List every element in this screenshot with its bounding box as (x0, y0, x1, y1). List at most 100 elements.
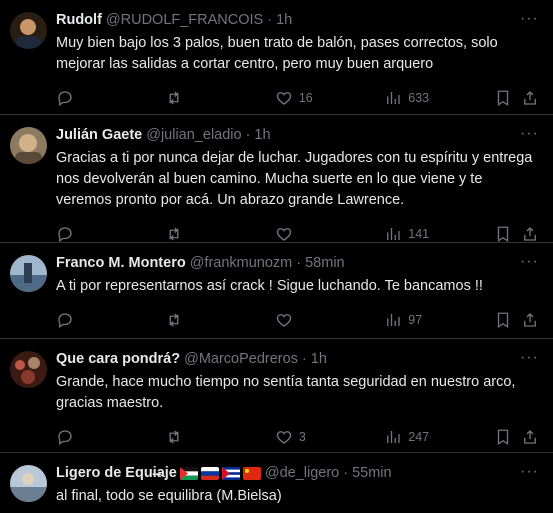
reply-icon (58, 313, 72, 329)
bookmark-button[interactable] (494, 428, 522, 446)
more-icon[interactable]: ··· (520, 125, 539, 143)
views-icon (387, 92, 400, 104)
avatar[interactable] (10, 465, 47, 502)
timestamp[interactable]: 1h (276, 11, 292, 29)
bookmark-button[interactable] (494, 225, 522, 243)
like-count: 16 (298, 91, 313, 105)
reply-icon (58, 430, 72, 446)
share-button[interactable] (521, 428, 541, 446)
author-handle[interactable]: @RUDOLF_FRANCOIS (106, 11, 263, 29)
like-icon (276, 92, 292, 105)
timestamp[interactable]: 58min (305, 254, 345, 272)
avatar[interactable] (10, 255, 47, 292)
author-name[interactable]: Rudolf (56, 11, 102, 29)
share-icon (524, 313, 537, 327)
retweet-button[interactable] (165, 225, 274, 243)
bookmark-button[interactable] (494, 89, 522, 107)
author-handle[interactable]: @MarcoPedreros (184, 350, 298, 368)
like-button[interactable]: 3 (275, 428, 384, 446)
tweet-actions: 16 633 (56, 78, 541, 118)
palestine-flag-icon (179, 466, 198, 480)
tweet-header: Ligero de Equi̶aje @de_ligero · 55min (56, 463, 541, 483)
tweet-actions: 3 247 (56, 417, 541, 457)
tweet-actions: 97 (56, 300, 541, 340)
reply-button[interactable] (56, 225, 165, 243)
bookmark-icon (497, 90, 508, 107)
tweet-body: Ligero de Equi̶aje @de_ligero · 55min al… (56, 463, 541, 513)
retweet-icon (169, 313, 179, 327)
reply-button[interactable] (56, 311, 165, 329)
tweet-body: Julián Gaete @julian_eladio · 1h Gracias… (56, 125, 541, 243)
view-count: 633 (408, 91, 430, 105)
more-icon[interactable]: ··· (520, 253, 539, 271)
view-count: 97 (408, 313, 423, 327)
view-count: 247 (408, 430, 430, 444)
author-handle[interactable]: @de_ligero (265, 464, 339, 482)
retweet-button[interactable] (165, 89, 274, 107)
like-button[interactable] (275, 225, 384, 243)
views-button[interactable]: 141 (384, 225, 493, 243)
avatar[interactable] (10, 127, 47, 164)
reply-tweet[interactable]: Ligero de Equi̶aje @de_ligero · 55min al… (0, 453, 553, 513)
retweet-button[interactable] (165, 311, 274, 329)
avatar[interactable] (10, 351, 47, 388)
more-icon[interactable]: ··· (520, 10, 539, 28)
reply-tweet[interactable]: Julián Gaete @julian_eladio · 1h Gracias… (0, 115, 553, 243)
author-handle[interactable]: @frankmunozm (190, 254, 293, 272)
tweet-text: Muy bien bajo los 3 palos, buen trato de… (56, 35, 498, 72)
tweet-text: al final, todo se equilibra (M.Bielsa) (56, 488, 282, 504)
tweet-header: Franco M. Montero @frankmunozm · 58min (56, 253, 541, 273)
bookmark-button[interactable] (494, 311, 522, 329)
views-button[interactable]: 97 (384, 311, 493, 329)
views-button[interactable]: 633 (384, 89, 493, 107)
views-button[interactable]: 247 (384, 428, 493, 446)
avatar[interactable] (10, 12, 47, 49)
share-icon (524, 430, 537, 444)
share-button[interactable] (521, 89, 541, 107)
timestamp[interactable]: 55min (352, 464, 392, 482)
tweet-body: Que cara pondrá? @MarcoPedreros · 1h Gra… (56, 349, 541, 452)
retweet-icon (169, 430, 179, 444)
reply-button[interactable] (56, 428, 165, 446)
more-icon[interactable]: ··· (520, 463, 539, 481)
separator: · (343, 465, 349, 481)
tweet-text: Gracias a ti por nunca dejar de luchar. … (56, 150, 533, 208)
flag-emojis (179, 466, 261, 480)
share-icon (524, 91, 537, 105)
china-flag-icon (242, 466, 261, 480)
views-icon (387, 314, 400, 326)
timestamp[interactable]: 1h (311, 350, 327, 368)
reply-tweet[interactable]: Rudolf @RUDOLF_FRANCOIS · 1h Muy bien ba… (0, 0, 553, 115)
retweet-button[interactable] (165, 428, 274, 446)
share-button[interactable] (521, 225, 541, 243)
like-icon (276, 314, 292, 327)
tweet-header: Rudolf @RUDOLF_FRANCOIS · 1h (56, 10, 541, 30)
reply-button[interactable] (56, 89, 165, 107)
like-button[interactable]: 16 (275, 89, 384, 107)
timestamp[interactable]: 1h (254, 126, 270, 144)
author-name[interactable]: Julián Gaete (56, 126, 142, 144)
bookmark-icon (497, 429, 508, 446)
view-count: 141 (408, 227, 430, 241)
separator: · (296, 255, 302, 271)
reply-feed: Rudolf @RUDOLF_FRANCOIS · 1h Muy bien ba… (0, 0, 553, 513)
author-name[interactable]: Franco M. Montero (56, 254, 186, 272)
tweet-body: Franco M. Montero @frankmunozm · 58min A… (56, 253, 541, 338)
bookmark-icon (497, 312, 508, 329)
cuba-flag-icon (221, 466, 240, 480)
author-name[interactable]: Que cara pondrá? (56, 350, 180, 368)
retweet-icon (169, 227, 179, 241)
like-button[interactable] (275, 311, 384, 329)
reply-tweet[interactable]: Que cara pondrá? @MarcoPedreros · 1h Gra… (0, 339, 553, 453)
author-name[interactable]: Ligero de Equi̶aje (56, 464, 177, 482)
tweet-header: Julián Gaete @julian_eladio · 1h (56, 125, 541, 145)
tweet-body: Rudolf @RUDOLF_FRANCOIS · 1h Muy bien ba… (56, 10, 541, 114)
reply-icon (58, 91, 72, 107)
views-icon (387, 431, 400, 443)
share-icon (524, 227, 537, 241)
like-icon (276, 431, 292, 444)
reply-tweet[interactable]: Franco M. Montero @frankmunozm · 58min A… (0, 243, 553, 339)
author-handle[interactable]: @julian_eladio (146, 126, 241, 144)
more-icon[interactable]: ··· (520, 349, 539, 367)
share-button[interactable] (521, 311, 541, 329)
